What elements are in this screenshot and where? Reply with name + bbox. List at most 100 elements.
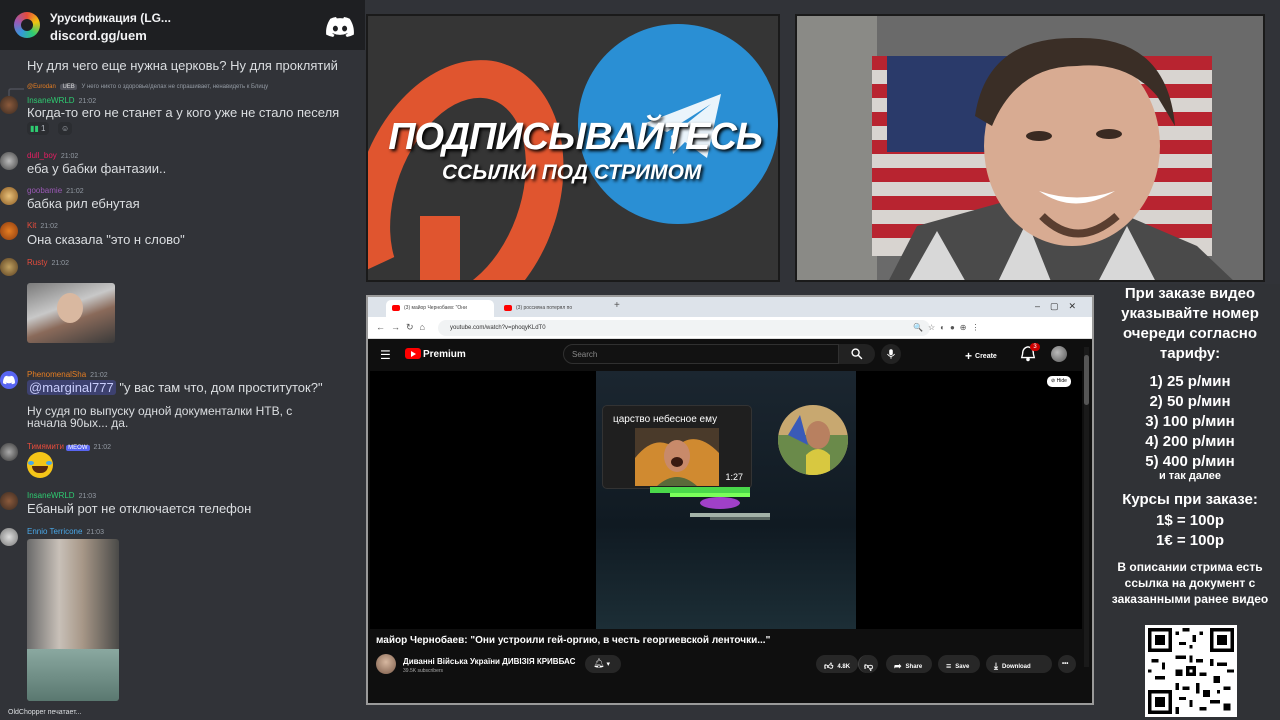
search-input[interactable]: Search [563,344,839,364]
chat-username[interactable]: Ennio Terricone 21:03 [27,527,104,536]
browser-tab-active[interactable]: (3) майор Чернобаев: "Они [386,300,494,317]
avatar[interactable] [0,371,18,389]
add-reaction-icon: ☺ [61,124,70,133]
page-scrollbar[interactable] [1084,347,1089,667]
video-player[interactable]: царство небесное ему 1:27 ⊘ Hide [370,371,1082,629]
chat-timestamp: 21:02 [90,372,108,379]
browser-tab-label: (3) россияна потерял по [516,305,573,311]
tariff-item: 3) 100 р/мин [1145,413,1235,430]
download-icon: ⤓ [994,661,998,671]
user-mention[interactable]: @marginal777 [27,380,116,395]
thumbs-down-icon: 👎︎ [864,661,874,671]
tariff-item: 5) 400 р/мин [1145,453,1235,470]
qr-code-icon [1145,625,1237,717]
reply-preview: @Eurodan UEB У него никто о здоровье/дел… [27,84,268,90]
chat-timestamp: 21:03 [86,529,104,536]
end-screen-channel-card[interactable] [778,405,848,475]
chat-username[interactable]: Kit 21:02 [27,221,58,230]
youtube-favicon-icon [392,305,400,311]
create-button[interactable]: + Create [965,346,997,363]
chat-username-text: InsaneWRLD [27,96,75,105]
chat-message-text: Ну для чего еще нужна церковь? Ну для пр… [27,58,338,73]
channel-avatar[interactable] [376,654,396,674]
order-info-panel: При заказе видео указывайте номер очеред… [1100,284,1280,720]
chat-timestamp: 21:03 [78,493,97,500]
stream-layout: Урусификация (LG... discord.gg/uem Ну дл… [0,0,1280,720]
download-button[interactable]: ⤓ Download [986,655,1052,673]
discord-default-avatar-icon [3,375,15,385]
like-count: 4.8K [837,664,851,670]
hamburger-menu-icon[interactable]: ☰ [380,348,391,362]
add-reaction-button[interactable]: ☺ [58,122,73,135]
chat-timestamp: 21:02 [40,223,58,230]
channel-name[interactable]: Диванні Війська України ДИВІЗІЯ КРИВБАС [403,657,575,666]
youtube-favicon-icon [504,305,512,311]
end-screen-video-card[interactable]: царство небесное ему 1:27 [602,405,752,489]
browser-tab[interactable]: (3) россияна потерял по [498,300,606,317]
chat-username[interactable]: goobamie 21:02 [27,186,84,195]
laughing-emoji-icon [27,452,53,478]
chat-username[interactable]: PhenomenalSha 21:02 [27,370,108,379]
youtube-premium-brand[interactable]: Premium [423,349,466,360]
end-card-title: царство небесное ему [613,414,718,425]
share-label: Share [905,664,923,670]
chevron-down-icon: ▾ [606,661,610,668]
avatar[interactable] [0,152,18,170]
hide-end-screen-button[interactable]: ⊘ Hide [1047,376,1071,387]
more-actions-button[interactable]: ••• [1058,655,1076,673]
reaction-count: 1 [41,124,46,133]
chat-username[interactable]: InsaneWRLD 21:03 [27,491,96,500]
account-avatar[interactable] [1051,346,1067,362]
avatar[interactable] [0,258,18,276]
reaction-chip[interactable]: ▮▮ 1 [27,122,49,135]
video-title: майор Чернобаев: "Они устроили гей-оргию… [376,635,771,646]
save-button[interactable]: ≡ Save [938,655,980,673]
chat-message-text: еба у бабки фантазии.. [27,161,167,176]
like-button[interactable]: 👍︎ 4.8K [816,655,858,673]
image-attachment[interactable] [27,283,115,343]
promo-subtitle: ССЫЛКИ ПОД СТРИМОМ [442,161,702,184]
microphone-icon [887,349,895,359]
avatar[interactable] [0,96,18,114]
avatar[interactable] [0,187,18,205]
avatar[interactable] [0,528,18,546]
download-label: Download [1001,664,1031,670]
tariff-list: 1) 25 р/мин 2) 50 р/мин 3) 100 р/мин 4) … [1100,372,1280,472]
chat-message-text: Она сказала "это н слово" [27,232,185,247]
share-button[interactable]: ➦ Share [886,655,932,673]
chat-username-text: goobamie [27,186,63,195]
more-horizontal-icon: ••• [1062,661,1069,667]
chat-message-text: бабка рил ебнутая [27,196,140,211]
image-attachment[interactable] [27,539,119,701]
navigation-icons[interactable]: ←→↻⌂ [376,322,431,333]
dislike-button[interactable]: 👎︎ [858,655,878,673]
avatar[interactable] [0,443,18,461]
window-controls[interactable]: –▢✕ [1035,301,1086,312]
search-button[interactable] [839,344,875,364]
chat-message-text: Ебаный рот не отключается телефон [27,501,252,516]
subscribed-bell-button[interactable]: 🔔︎ ▾ [585,655,621,673]
address-bar[interactable]: youtube.com/watch?v=phoqyKLdT0 [438,320,930,336]
qr-code-pattern [1148,628,1234,714]
chat-username[interactable]: dull_boy 21:02 [27,151,78,160]
chat-username[interactable]: InsaneWRLD 21:02 [27,96,96,105]
chat-username[interactable]: Тимямити MEOW 21:02 [27,442,111,451]
chat-timestamp: 21:02 [66,188,84,195]
avatar[interactable] [0,222,18,240]
avatar[interactable] [0,492,18,510]
create-label: Create [975,353,997,360]
server-name: Урусификация (LG... [50,11,171,25]
extension-icons[interactable]: 🔍☆◐●⊕⋮ [913,320,985,336]
chat-username[interactable]: Rusty 21:02 [27,258,69,267]
server-invite-link[interactable]: discord.gg/uem [50,28,147,43]
voice-search-button[interactable] [881,344,901,364]
chat-username-text: Kit [27,221,37,230]
chat-timestamp: 21:02 [60,153,79,160]
reply-connector-icon [8,88,24,96]
youtube-logo-icon[interactable] [405,348,421,359]
bell-icon: 🔔︎ [593,658,605,668]
description-note: В описании стрима есть ссылка на докумен… [1111,560,1269,606]
new-tab-button[interactable]: + [614,300,620,311]
save-label: Save [955,664,970,670]
share-icon: ➦ [894,661,902,671]
